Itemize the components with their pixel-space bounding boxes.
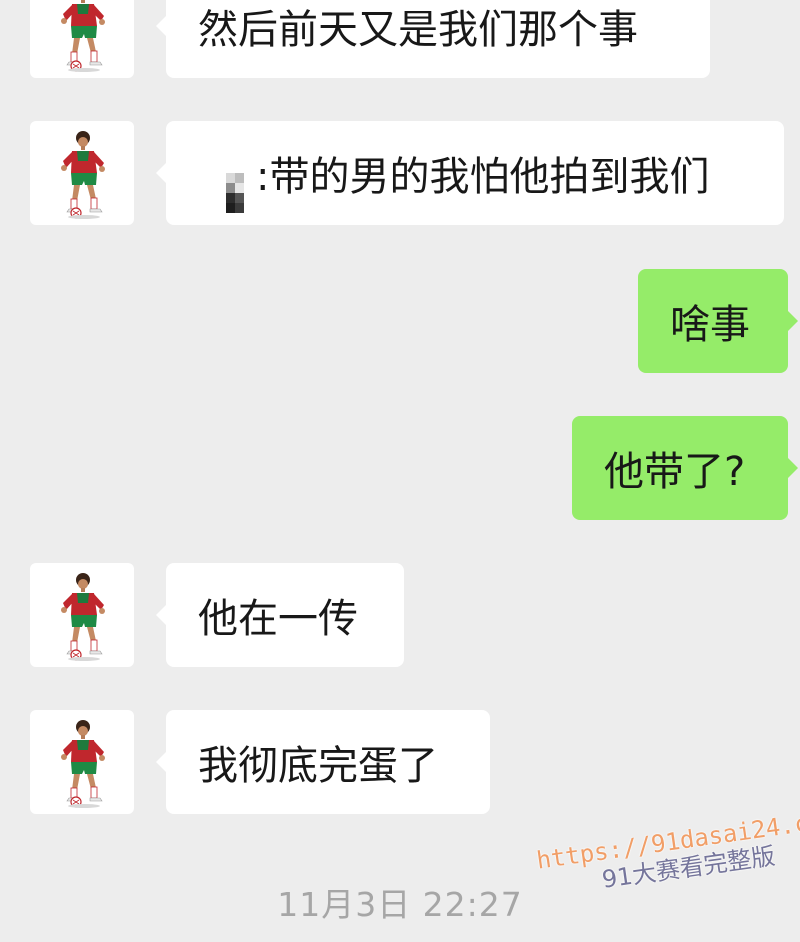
message-timestamp: 11月3日 22:27 (277, 885, 523, 924)
message-bubble[interactable]: 啥事 (638, 269, 798, 373)
message-bubble[interactable]: :带的男的我怕他拍到我们 (156, 121, 784, 225)
message-text: 啥事 (670, 302, 750, 348)
message-text: 然后前天又是我们那个事 (198, 7, 638, 53)
message-bubble[interactable]: 他带了? (572, 416, 798, 520)
soccer-player-icon (30, 121, 134, 225)
message-bubble[interactable]: 我彻底完蛋了 (156, 710, 490, 814)
message-text: :带的男的我怕他拍到我们 (256, 154, 710, 200)
message-text: 我彻底完蛋了 (198, 743, 438, 789)
soccer-player-icon (30, 710, 134, 814)
message-text: 他在一传 (198, 596, 358, 642)
message-bubble[interactable]: 他在一传 (156, 563, 404, 667)
soccer-player-icon (30, 0, 134, 78)
censor-mosaic (226, 173, 244, 213)
contact-avatar[interactable] (30, 563, 134, 667)
soccer-player-icon (30, 563, 134, 667)
contact-avatar[interactable] (30, 710, 134, 814)
message-text: 他带了? (604, 449, 746, 495)
message-bubble[interactable]: 然后前天又是我们那个事 (156, 0, 710, 78)
contact-avatar[interactable] (30, 121, 134, 225)
contact-avatar[interactable] (30, 0, 134, 78)
